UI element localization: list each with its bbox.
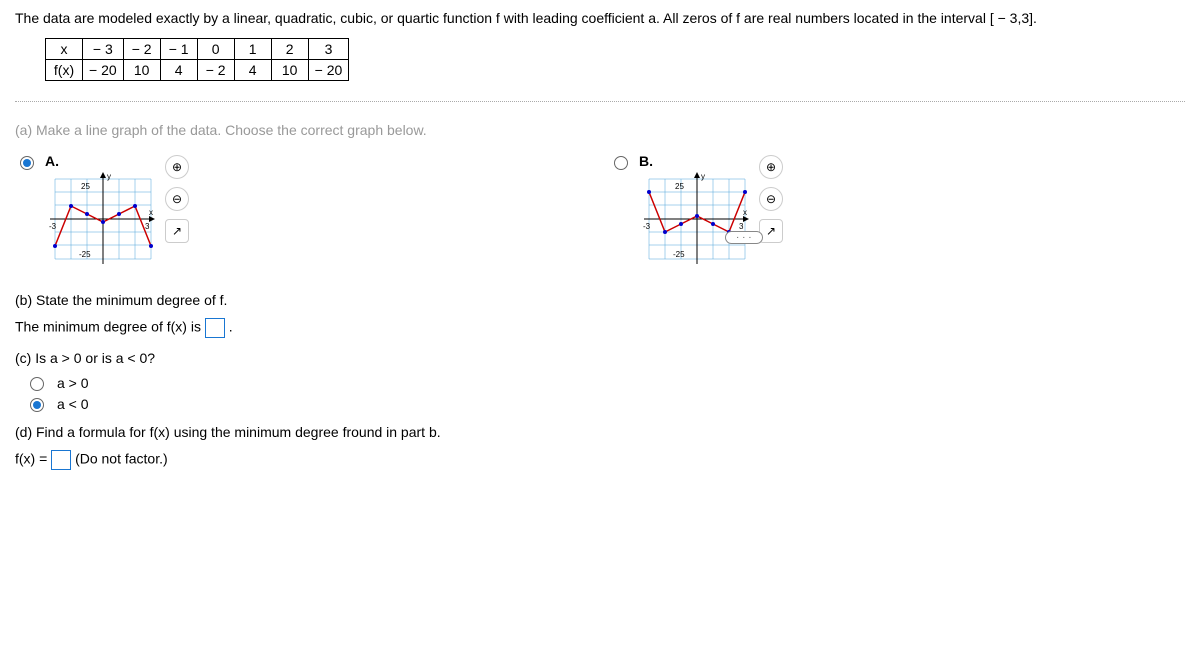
svg-text:-25: -25 <box>673 250 685 259</box>
problem-statement: The data are modeled exactly by a linear… <box>15 10 1185 26</box>
table-header-fx: f(x) <box>46 60 83 81</box>
formula-input[interactable] <box>51 450 71 470</box>
part-d-prefix: f(x) = <box>15 451 51 467</box>
part-d-note: (Do not factor.) <box>75 451 168 467</box>
graph-options-row: A. y x 25 -25 -3 3 <box>15 153 1185 272</box>
svg-text:x: x <box>743 208 747 217</box>
part-d: (d) Find a formula for f(x) using the mi… <box>15 424 1185 470</box>
more-button[interactable]: · · · <box>725 231 763 244</box>
table-cell: 10 <box>271 60 308 81</box>
option-a[interactable]: A. y x 25 -25 -3 3 <box>15 153 189 272</box>
table-cell: 0 <box>197 39 234 60</box>
sign-option-negative[interactable]: a < 0 <box>25 395 1185 412</box>
sign-negative-radio[interactable] <box>30 398 44 412</box>
svg-text:x: x <box>149 208 153 217</box>
table-cell: 1 <box>234 39 271 60</box>
part-b-answer-prefix: The minimum degree of f(x) is <box>15 319 205 335</box>
sign-positive-label: a > 0 <box>57 375 89 391</box>
table-cell: 4 <box>160 60 197 81</box>
table-cell: 4 <box>234 60 271 81</box>
sign-positive-radio[interactable] <box>30 377 44 391</box>
svg-text:3: 3 <box>739 222 744 231</box>
chart-b: y x 25 -25 -3 3 <box>639 169 749 269</box>
option-a-label: A. <box>45 153 155 169</box>
table-cell: 10 <box>123 60 160 81</box>
sign-negative-label: a < 0 <box>57 396 89 412</box>
popout-icon[interactable]: ↗ <box>759 219 783 243</box>
divider <box>15 101 1185 102</box>
table-cell: − 20 <box>83 60 124 81</box>
table-cell: − 2 <box>197 60 234 81</box>
part-c: (c) Is a > 0 or is a < 0? a > 0 a < 0 <box>15 350 1185 412</box>
part-b-prompt: (b) State the minimum degree of f. <box>15 292 1185 308</box>
table-cell: 3 <box>308 39 349 60</box>
zoom-out-icon[interactable]: ⊖ <box>165 187 189 211</box>
data-table: x − 3 − 2 − 1 0 1 2 3 f(x) − 20 10 4 − 2… <box>45 38 349 81</box>
svg-text:25: 25 <box>81 182 90 191</box>
table-cell: − 20 <box>308 60 349 81</box>
option-a-radio[interactable] <box>20 156 34 170</box>
svg-text:3: 3 <box>145 222 150 231</box>
option-b-radio[interactable] <box>614 156 628 170</box>
zoom-out-icon[interactable]: ⊖ <box>759 187 783 211</box>
sign-option-positive[interactable]: a > 0 <box>25 374 1185 391</box>
svg-text:y: y <box>107 172 111 181</box>
table-cell: − 3 <box>83 39 124 60</box>
zoom-in-icon[interactable]: ⊕ <box>759 155 783 179</box>
zoom-in-icon[interactable]: ⊕ <box>165 155 189 179</box>
table-cell: − 1 <box>160 39 197 60</box>
part-d-prompt: (d) Find a formula for f(x) using the mi… <box>15 424 1185 440</box>
svg-text:-3: -3 <box>643 222 651 231</box>
table-header-x: x <box>46 39 83 60</box>
svg-text:-25: -25 <box>79 250 91 259</box>
part-c-prompt: (c) Is a > 0 or is a < 0? <box>15 350 1185 366</box>
table-cell: 2 <box>271 39 308 60</box>
part-b: (b) State the minimum degree of f. The m… <box>15 292 1185 338</box>
option-b-label: B. <box>639 153 749 169</box>
table-cell: − 2 <box>123 39 160 60</box>
part-a-prompt: (a) Make a line graph of the data. Choos… <box>15 122 1185 138</box>
popout-icon[interactable]: ↗ <box>165 219 189 243</box>
svg-text:-3: -3 <box>49 222 57 231</box>
svg-text:25: 25 <box>675 182 684 191</box>
chart-a: y x 25 -25 -3 3 <box>45 169 155 269</box>
option-b[interactable]: B. y x 25 -25 -3 3 <box>609 153 783 272</box>
part-b-answer-suffix: . <box>229 319 233 335</box>
svg-text:y: y <box>701 172 705 181</box>
degree-input[interactable] <box>205 318 225 338</box>
